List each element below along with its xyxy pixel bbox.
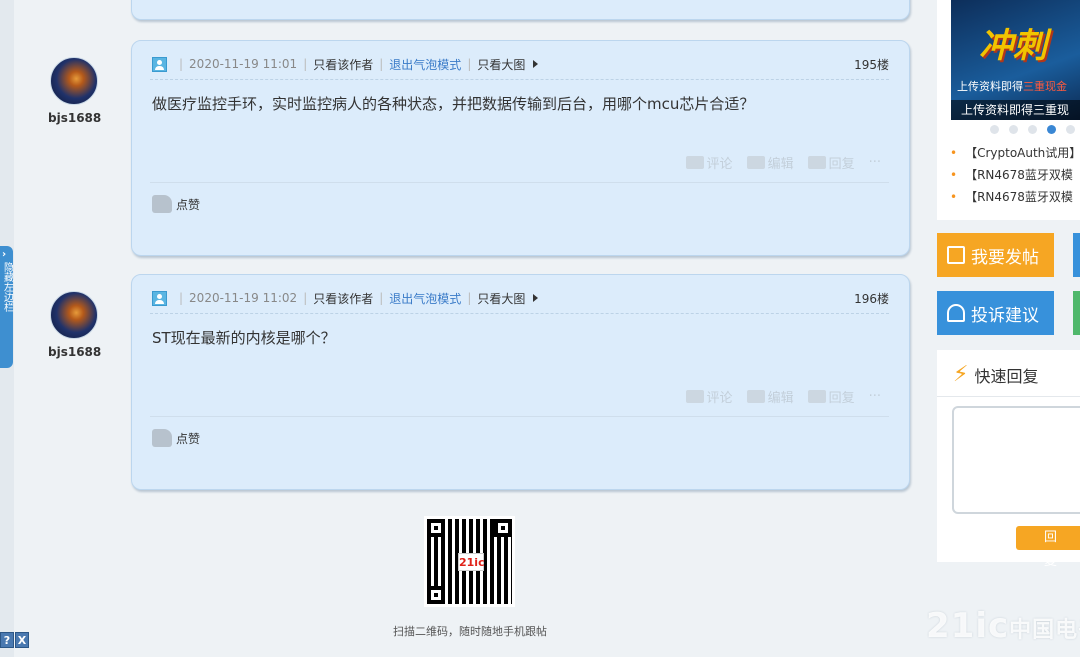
- edit-button[interactable]: 编辑: [746, 153, 794, 172]
- like-label: 点赞: [176, 197, 201, 212]
- post-header: | 2020-11-19 11:02 | 只看该作者 | 退出气泡模式 | 只看…: [152, 289, 889, 307]
- qr-code-image: 21ic: [424, 516, 515, 607]
- close-icon[interactable]: X: [15, 632, 29, 648]
- hide-left-sidebar-tab[interactable]: › 隐藏左边栏: [0, 246, 13, 368]
- play-icon[interactable]: [533, 294, 539, 302]
- reply-icon: [807, 156, 826, 169]
- floor-number[interactable]: 195楼: [854, 56, 889, 73]
- comment-icon: [685, 156, 704, 169]
- post-content: 做医疗监控手环，实时监控病人的各种状态，并把数据传输到后台，用哪个mcu芯片合适…: [152, 95, 755, 113]
- comment-button[interactable]: 评论: [685, 153, 733, 172]
- previous-post-bubble: [131, 0, 910, 20]
- big-image-link[interactable]: 只看大图: [477, 290, 525, 307]
- reply-button[interactable]: 回复: [807, 153, 855, 172]
- post-bubble: | 2020-11-19 11:02 | 只看该作者 | 退出气泡模式 | 只看…: [131, 274, 910, 490]
- divider: [150, 313, 889, 314]
- promo-banner[interactable]: 冲刺 上传资料即得三重现金 上传资料即得三重现: [951, 0, 1080, 120]
- more-button[interactable]: ···: [869, 389, 881, 404]
- edit-icon: [947, 246, 965, 264]
- reply-submit-button[interactable]: 回 复: [1016, 526, 1080, 569]
- author-only-link[interactable]: 只看该作者: [313, 290, 373, 307]
- quick-reply-title: ⚡ 快速回复: [953, 362, 1039, 387]
- exit-bubble-mode-link[interactable]: 退出气泡模式: [389, 290, 461, 307]
- carousel-dot[interactable]: [1028, 125, 1037, 134]
- edit-button[interactable]: 编辑: [746, 387, 794, 406]
- play-icon[interactable]: [533, 60, 539, 68]
- carousel-dot[interactable]: [1066, 125, 1075, 134]
- exit-bubble-mode-link[interactable]: 退出气泡模式: [389, 56, 461, 73]
- reply-button[interactable]: 回复: [807, 387, 855, 406]
- post-header: | 2020-11-19 11:01 | 只看该作者 | 退出气泡模式 | 只看…: [152, 55, 889, 73]
- user-icon[interactable]: [152, 56, 167, 72]
- quick-reply-textarea[interactable]: [952, 406, 1080, 514]
- comment-icon: [685, 390, 704, 403]
- envelope-icon: [947, 304, 965, 322]
- pencil-icon: [746, 156, 765, 169]
- qr-logo: 21ic: [458, 553, 485, 571]
- thumbs-up-icon: [152, 429, 172, 447]
- carousel-dot[interactable]: [990, 125, 999, 134]
- more-button[interactable]: ···: [869, 155, 881, 170]
- lightning-icon: ⚡: [953, 362, 969, 387]
- carousel-dot-active[interactable]: [1047, 125, 1056, 134]
- avatar[interactable]: [50, 57, 98, 105]
- chevron-right-icon: ›: [2, 249, 7, 260]
- post-author[interactable]: bjs1688: [48, 57, 101, 125]
- left-tab-label: 隐藏左边栏: [1, 262, 13, 312]
- divider: [150, 182, 889, 183]
- bottom-tools: ? X: [0, 632, 29, 650]
- post-date: 2020-11-19 11:02: [189, 291, 298, 305]
- author-name[interactable]: bjs1688: [48, 345, 101, 359]
- side-button-green[interactable]: [1073, 291, 1080, 335]
- post-date: 2020-11-19 11:01: [189, 57, 298, 71]
- quick-reply-panel: ⚡ 快速回复 回 复: [937, 350, 1080, 569]
- banner-caption: 上传资料即得三重现金: [957, 80, 1067, 93]
- banner-caption-bar: 上传资料即得三重现: [951, 100, 1080, 120]
- divider: [937, 396, 1080, 397]
- list-item[interactable]: 【CryptoAuth试用】: [950, 142, 1080, 164]
- comment-button[interactable]: 评论: [685, 387, 733, 406]
- divider: [150, 79, 889, 80]
- like-button[interactable]: 点赞: [152, 429, 200, 447]
- author-name[interactable]: bjs1688: [48, 111, 101, 125]
- site-watermark: 21ic中国电子网: [926, 606, 1080, 646]
- complaint-button[interactable]: 投诉建议: [937, 291, 1054, 335]
- author-only-link[interactable]: 只看该作者: [313, 56, 373, 73]
- post-content: ST现在最新的内核是哪个？: [152, 329, 336, 347]
- like-label: 点赞: [176, 431, 201, 446]
- avatar[interactable]: [50, 291, 98, 339]
- like-button[interactable]: 点赞: [152, 195, 200, 213]
- sidebar-list: 【CryptoAuth试用】 【RN4678蓝牙双模 【RN4678蓝牙双模: [950, 142, 1080, 208]
- reply-icon: [807, 390, 826, 403]
- thumbs-up-icon: [152, 195, 172, 213]
- qr-caption: 扫描二维码，随时随地手机跟帖: [393, 625, 547, 638]
- big-image-link[interactable]: 只看大图: [477, 56, 525, 73]
- banner-headline: 冲刺: [979, 26, 1047, 66]
- post-author[interactable]: bjs1688: [48, 291, 101, 359]
- list-item[interactable]: 【RN4678蓝牙双模: [950, 164, 1080, 186]
- user-icon[interactable]: [152, 290, 167, 306]
- list-item[interactable]: 【RN4678蓝牙双模: [950, 186, 1080, 208]
- floor-number[interactable]: 196楼: [854, 290, 889, 307]
- carousel-dot[interactable]: [1009, 125, 1018, 134]
- carousel-dots: [990, 125, 1075, 134]
- post-actions: 评论 编辑 回复 ···: [685, 153, 881, 172]
- side-button-blue[interactable]: [1073, 233, 1080, 277]
- help-icon[interactable]: ?: [0, 632, 14, 648]
- divider: [150, 416, 889, 417]
- new-post-button[interactable]: 我要发帖: [937, 233, 1054, 277]
- post-bubble: | 2020-11-19 11:01 | 只看该作者 | 退出气泡模式 | 只看…: [131, 40, 910, 256]
- pencil-icon: [746, 390, 765, 403]
- post-actions: 评论 编辑 回复 ···: [685, 387, 881, 406]
